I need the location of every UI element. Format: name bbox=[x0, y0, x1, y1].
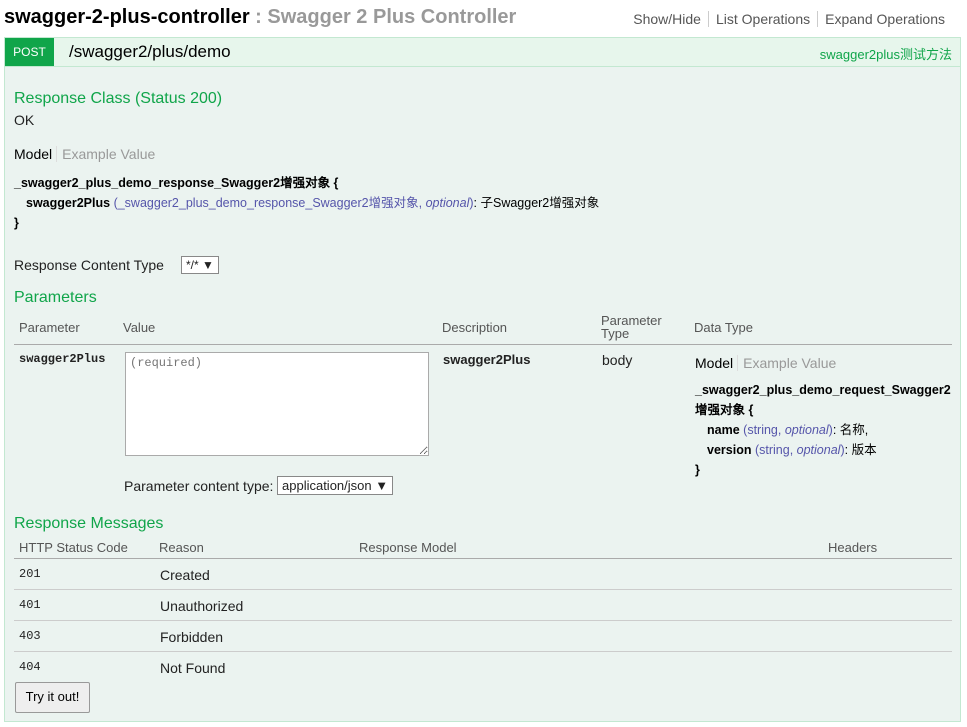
param-field-desc-1: : 名称, bbox=[832, 423, 869, 437]
messages-header-divider bbox=[14, 558, 952, 559]
row-divider bbox=[14, 620, 952, 621]
param-value-textarea[interactable] bbox=[125, 352, 429, 456]
param-field-type-1: string bbox=[747, 423, 778, 437]
param-model-close: } bbox=[695, 463, 700, 477]
param-type: body bbox=[602, 352, 633, 368]
status-code: 403 bbox=[19, 629, 41, 643]
data-type-col-header: Data Type bbox=[694, 320, 754, 335]
response-field-type-link[interactable]: _swagger2_plus_demo_response_Swagger2增强对… bbox=[118, 196, 419, 210]
param-field-optional-2: optional bbox=[796, 443, 841, 457]
response-field-name: swagger2Plus bbox=[26, 196, 111, 210]
response-model-close: } bbox=[14, 216, 19, 230]
response-content-type-select[interactable]: */* ▼ bbox=[181, 256, 219, 274]
response-messages-title: Response Messages bbox=[14, 515, 164, 532]
value-col-header: Value bbox=[123, 320, 156, 335]
param-model-tabs: Model Example Value bbox=[695, 355, 837, 371]
status-reason: Not Found bbox=[160, 660, 226, 676]
expand-operations-link[interactable]: Expand Operations bbox=[817, 11, 952, 27]
operation-panel: POST /swagger2/plus/demo swagger2plus测试方… bbox=[4, 37, 961, 722]
params-header-divider bbox=[14, 344, 952, 345]
response-status-text: OK bbox=[14, 112, 35, 128]
param-field-name-1: name bbox=[707, 423, 740, 437]
param-model-signature: _swagger2_plus_demo_request_Swagger2 增强对… bbox=[695, 383, 951, 477]
response-content-type-value: */* bbox=[186, 258, 199, 272]
http-method-badge[interactable]: POST bbox=[5, 38, 54, 66]
operation-path[interactable]: /swagger2/plus/demo bbox=[69, 42, 231, 62]
operation-heading[interactable]: POST /swagger2/plus/demo swagger2plus测试方… bbox=[5, 38, 960, 67]
param-model-name-1: _swagger2_plus_demo_request_Swagger2 bbox=[695, 383, 951, 397]
param-content-type-label: Parameter content type: bbox=[124, 478, 274, 494]
param-name: swagger2Plus bbox=[19, 352, 106, 366]
status-reason: Created bbox=[160, 567, 210, 583]
parameters-title: Parameters bbox=[14, 289, 97, 306]
status-reason: Unauthorized bbox=[160, 598, 244, 614]
param-col-header: Parameter bbox=[19, 320, 80, 335]
status-code: 201 bbox=[19, 567, 41, 581]
controller-title[interactable]: swagger-2-plus-controller : Swagger 2 Pl… bbox=[4, 6, 516, 29]
controller-description: Swagger 2 Plus Controller bbox=[267, 6, 517, 28]
response-class-title: Response Class (Status 200) bbox=[14, 90, 223, 107]
headers-col-header: Headers bbox=[828, 540, 878, 555]
response-content-type-label: Response Content Type bbox=[14, 257, 164, 273]
response-field-optional: optional bbox=[425, 196, 470, 210]
param-description: swagger2Plus bbox=[443, 352, 531, 367]
param-model-name-2: 增强对象 { bbox=[695, 403, 754, 417]
param-field-optional-1: optional bbox=[784, 423, 829, 437]
model-tab[interactable]: Model bbox=[14, 146, 52, 162]
param-field-name-2: version bbox=[707, 443, 752, 457]
status-code: 401 bbox=[19, 598, 41, 612]
param-content-type-value: application/json bbox=[282, 478, 372, 493]
show-hide-link[interactable]: Show/Hide bbox=[626, 11, 708, 27]
response-model-col-header: Response Model bbox=[359, 540, 457, 555]
response-model-signature: _swagger2_plus_demo_response_Swagger2增强对… bbox=[14, 176, 600, 230]
status-reason: Forbidden bbox=[160, 629, 224, 645]
response-model-name: _swagger2_plus_demo_response_Swagger2增强对… bbox=[14, 176, 339, 190]
response-field-desc: : 子Swagger2增强对象 bbox=[473, 196, 600, 210]
description-col-header: Description bbox=[442, 320, 508, 335]
status-code: 404 bbox=[19, 660, 41, 674]
response-model-tabs: Model Example Value bbox=[14, 146, 156, 162]
operation-summary[interactable]: swagger2plus测试方法 bbox=[820, 44, 952, 63]
param-field-desc-2: : 版本 bbox=[844, 443, 877, 457]
example-value-tab[interactable]: Example Value bbox=[56, 146, 156, 162]
param-field-type-2: string bbox=[759, 443, 790, 457]
param-type-col-header: Parameter Type bbox=[601, 313, 662, 341]
list-operations-link[interactable]: List Operations bbox=[707, 11, 818, 27]
param-example-value-tab[interactable]: Example Value bbox=[737, 355, 837, 371]
controller-links: Show/Hide List Operations Expand Operation… bbox=[626, 11, 952, 27]
status-code-col-header: HTTP Status Code bbox=[19, 540, 128, 555]
try-it-out-button[interactable]: Try it out! bbox=[15, 682, 90, 713]
controller-name[interactable]: swagger-2-plus-controller bbox=[4, 6, 250, 28]
controller-header: swagger-2-plus-controller : Swagger 2 Pl… bbox=[0, 0, 967, 36]
param-content-type-select[interactable]: application/json ▼ bbox=[277, 476, 394, 495]
reason-col-header: Reason bbox=[159, 540, 204, 555]
param-model-tab[interactable]: Model bbox=[695, 355, 733, 371]
row-divider bbox=[14, 651, 952, 652]
controller-separator: : bbox=[249, 6, 268, 28]
row-divider bbox=[14, 589, 952, 590]
